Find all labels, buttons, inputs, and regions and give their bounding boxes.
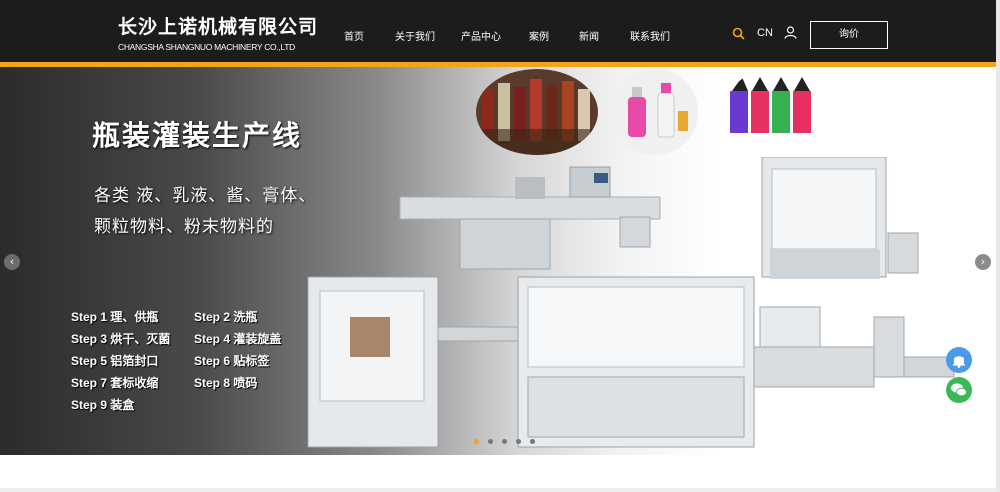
bell-icon — [953, 356, 965, 368]
nav-products[interactable]: 产品中心 — [461, 28, 501, 43]
logo-chinese-name: 长沙上诺机械有限公司 — [118, 16, 319, 38]
page-scrollbar[interactable] — [996, 0, 1000, 492]
step-9: Step 9 装盒 — [71, 398, 135, 412]
nav-news[interactable]: 新闻 — [579, 28, 599, 43]
chevron-right-icon: › — [980, 255, 986, 268]
chevron-left-icon: ‹ — [9, 255, 15, 268]
language-switch[interactable]: CN — [757, 27, 773, 39]
hero-banner: 瓶装灌装生产线 各类 液、乳液、酱、膏体、 颗粒物料、粉末物料的 Step 1 … — [0, 67, 996, 455]
slide-dot-5[interactable] — [530, 439, 536, 444]
nav-contact[interactable]: 联系我们 — [630, 28, 670, 43]
step-2: Step 2 洗瓶 — [194, 310, 258, 324]
banner-subtitle-line-1: 各类 液、乳液、酱、膏体、 — [94, 186, 317, 206]
spray-bottles-photo — [612, 69, 698, 155]
nav-home[interactable]: 首页 — [344, 28, 364, 43]
slide-indicators — [474, 429, 539, 448]
step-4: Step 4 灌装旋盖 — [194, 332, 282, 346]
next-slide-button[interactable]: › — [975, 254, 991, 270]
step-3: Step 3 烘干、灭菌 — [71, 332, 171, 346]
step-6: Step 6 贴标签 — [194, 354, 270, 368]
step-7: Step 7 套标收缩 — [71, 376, 159, 390]
prev-slide-button[interactable]: ‹ — [4, 254, 20, 270]
slide-dot-4[interactable] — [516, 439, 522, 444]
wechat-button[interactable] — [946, 377, 972, 403]
user-icon[interactable] — [784, 26, 797, 39]
search-icon[interactable] — [732, 27, 745, 40]
slide-dot-1[interactable] — [474, 439, 479, 444]
page-below-banner — [0, 455, 996, 492]
logo-english-name: CHANGSHA SHANGNUO MACHINERY CO.,LTD — [118, 42, 296, 52]
slide-dot-2[interactable] — [488, 439, 494, 444]
nav-about[interactable]: 关于我们 — [395, 28, 435, 43]
company-logo[interactable]: 长沙上诺机械有限公司 CHANGSHA SHANGNUO MACHINERY C… — [118, 12, 318, 52]
banner-title: 瓶装灌装生产线 — [92, 119, 303, 152]
bottles-photo — [476, 69, 598, 155]
step-8: Step 8 喷码 — [194, 376, 258, 390]
bottom-divider — [0, 488, 996, 492]
step-5: Step 5 铝箔封口 — [71, 354, 159, 368]
inquiry-button[interactable]: 询价 — [810, 21, 888, 49]
dropper-bottles-photo — [724, 69, 824, 155]
banner-subtitle-line-2: 颗粒物料、粉末物料的 — [94, 217, 274, 237]
top-header: 长沙上诺机械有限公司 CHANGSHA SHANGNUO MACHINERY C… — [0, 0, 1000, 66]
wechat-icon — [951, 383, 967, 397]
slide-dot-3[interactable] — [502, 439, 508, 444]
nav-cases[interactable]: 案例 — [529, 28, 549, 43]
production-line-illustration — [307, 157, 955, 448]
bell-button[interactable] — [946, 347, 972, 373]
step-1: Step 1 理、供瓶 — [71, 310, 159, 324]
